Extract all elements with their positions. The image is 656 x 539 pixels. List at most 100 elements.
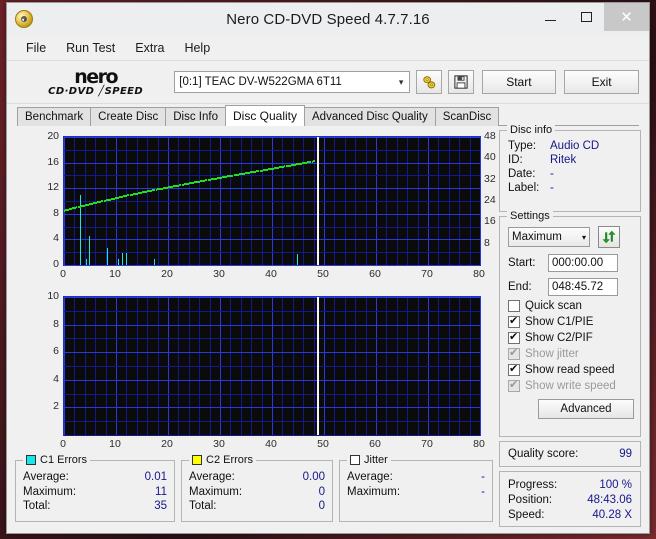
- disc-id-label: ID:: [508, 154, 523, 166]
- chevron-down-icon: ▾: [581, 232, 586, 242]
- show-c2-pif-label: Show C2/PIF: [525, 332, 593, 344]
- start-field-row: Start: 000:00.00: [508, 254, 634, 272]
- advanced-button[interactable]: Advanced: [538, 399, 634, 419]
- refresh-button[interactable]: [598, 226, 620, 248]
- show-read-speed-checkbox[interactable]: [508, 362, 520, 376]
- disc-type-value: Audio CD: [550, 140, 600, 152]
- maximize-button[interactable]: [568, 3, 604, 31]
- c1-errors-legend-label: C1 Errors: [40, 454, 88, 466]
- menu-item-help[interactable]: Help: [175, 39, 219, 57]
- c2-errors-legend-label: C2 Errors: [206, 454, 254, 466]
- grid-line-horizontal: [64, 297, 480, 298]
- start-input[interactable]: 000:00.00: [548, 254, 618, 272]
- c1-color-swatch: [26, 455, 36, 465]
- show-read-speed-label: Show read speed: [525, 364, 615, 376]
- drive-select-value: [0:1] TEAC DV-W522GMA 6T11: [179, 76, 342, 88]
- disc-info-panel: Disc info Type: Audio CD ID: Ritek Date:…: [499, 124, 641, 212]
- read-speed-point: [313, 160, 315, 163]
- menu-item-run-test[interactable]: Run Test: [57, 39, 124, 57]
- c1-total-row: Total: 35: [23, 499, 167, 514]
- tab-create-disc[interactable]: Create Disc: [90, 107, 167, 126]
- x-axis-tick-label: 40: [265, 438, 277, 450]
- disc-label-row: Label: -: [508, 181, 634, 195]
- x-axis-tick-label: 50: [317, 438, 329, 450]
- floppy-save-icon[interactable]: [447, 70, 474, 94]
- y-axis-tick-label: 16: [47, 155, 59, 168]
- start-button[interactable]: Start: [481, 70, 557, 94]
- tab-disc-quality[interactable]: Disc Quality: [225, 105, 306, 126]
- secondary-y-axis-tick-label: 40: [484, 151, 496, 164]
- tab-disc-info[interactable]: Disc Info: [165, 107, 226, 126]
- app-window: Nero CD-DVD Speed 4.7.7.16 ✕ File Run Te…: [6, 2, 650, 534]
- y-axis-tick-label: 6: [53, 345, 59, 358]
- c1-maximum-row: Maximum: 11: [23, 485, 167, 500]
- jitter-maximum-label: Maximum:: [347, 485, 401, 498]
- x-axis-tick-label: 20: [161, 438, 173, 450]
- y-axis-tick-label: 2: [53, 400, 59, 413]
- c2-total-label: Total:: [189, 500, 217, 512]
- c1-errors-legend: C1 Errors: [23, 454, 91, 466]
- y-axis-tick-label: 8: [53, 317, 59, 330]
- y-axis-tick-label: 20: [47, 130, 59, 142]
- speed-row: Speed: 40.28 X: [508, 508, 632, 523]
- minimize-button[interactable]: [532, 3, 568, 31]
- quick-scan-checkbox[interactable]: [508, 300, 520, 312]
- error-spike: [297, 254, 298, 265]
- end-field-row: End: 048:45.72: [508, 278, 634, 296]
- progress-panel: Progress: 100 % Position: 48:43.06 Speed…: [499, 471, 641, 527]
- x-axis-tick-label: 70: [421, 268, 433, 280]
- menu-item-extra[interactable]: Extra: [126, 39, 173, 57]
- secondary-y-axis-tick-label: 32: [484, 172, 496, 185]
- checkbox-quick-scan[interactable]: Quick scan: [508, 300, 634, 312]
- x-axis-tick-label: 60: [369, 438, 381, 450]
- disc-tools-icon[interactable]: [416, 70, 442, 94]
- c2-total-value: 0: [318, 500, 325, 512]
- progress-value: 100 %: [599, 479, 632, 491]
- secondary-y-axis-tick-label: 48: [484, 130, 496, 142]
- tab-scandisc[interactable]: ScanDisc: [434, 107, 500, 126]
- show-c1-pie-checkbox[interactable]: [508, 314, 520, 328]
- floppy-save-glyph: [454, 75, 468, 89]
- y-axis-tick-label: 10: [47, 290, 59, 302]
- grid-line-horizontal: [64, 188, 480, 189]
- tab-benchmark[interactable]: Benchmark: [17, 107, 92, 126]
- show-c1-pie-label: Show C1/PIE: [525, 316, 594, 328]
- y-axis-tick-label: 8: [53, 206, 59, 219]
- tab-advanced-disc-quality[interactable]: Advanced Disc Quality: [304, 107, 436, 126]
- logo-subtitle: CD·DVD ╱SPEED: [48, 85, 144, 97]
- checkbox-show-c1-pie[interactable]: Show C1/PIE: [508, 314, 634, 328]
- checkbox-show-c2-pif[interactable]: Show C2/PIF: [508, 330, 634, 344]
- jitter-legend-label: Jitter: [364, 454, 388, 466]
- c2-errors-stats: C2 Errors Average: 0.00 Maximum: 0 Total…: [181, 454, 333, 522]
- error-spike: [89, 235, 90, 265]
- jitter-average-row: Average: -: [347, 470, 485, 485]
- grid-line-horizontal: [64, 380, 480, 381]
- jitter-average-label: Average:: [347, 471, 393, 483]
- refresh-icon: [602, 230, 616, 244]
- grid-line-horizontal: [64, 407, 480, 408]
- menu-item-file[interactable]: File: [17, 39, 55, 57]
- show-c2-pif-checkbox[interactable]: [508, 330, 520, 344]
- c2-average-label: Average:: [189, 471, 235, 483]
- disc-tools-glyph: [422, 75, 435, 88]
- grid-line-horizontal: [64, 227, 480, 228]
- plot-area: [63, 296, 481, 436]
- show-jitter-checkbox: [508, 346, 520, 360]
- plot-area: [63, 136, 481, 266]
- exit-button[interactable]: Exit: [564, 70, 639, 94]
- x-axis-tick-label: 70: [421, 438, 433, 450]
- end-input[interactable]: 048:45.72: [548, 278, 618, 296]
- error-spike: [107, 247, 108, 265]
- c1-stats-body: Average: 0.01 Maximum: 11 Total: 35: [16, 461, 174, 514]
- c1-maximum-label: Maximum:: [23, 485, 77, 498]
- speed-select[interactable]: Maximum ▾: [508, 227, 590, 247]
- drive-select[interactable]: [0:1] TEAC DV-W522GMA 6T11 ▾: [174, 71, 411, 93]
- grid-line-horizontal: [64, 421, 480, 422]
- c1-errors-stats: C1 Errors Average: 0.01 Maximum: 11 Tota…: [15, 454, 175, 522]
- grid-line-horizontal: [64, 175, 480, 176]
- position-row: Position: 48:43.06: [508, 493, 632, 508]
- close-button[interactable]: ✕: [604, 3, 649, 31]
- checkbox-show-read-speed[interactable]: Show read speed: [508, 362, 634, 376]
- checkbox-show-write-speed: Show write speed: [508, 378, 634, 392]
- x-axis-tick-label: 10: [109, 268, 121, 280]
